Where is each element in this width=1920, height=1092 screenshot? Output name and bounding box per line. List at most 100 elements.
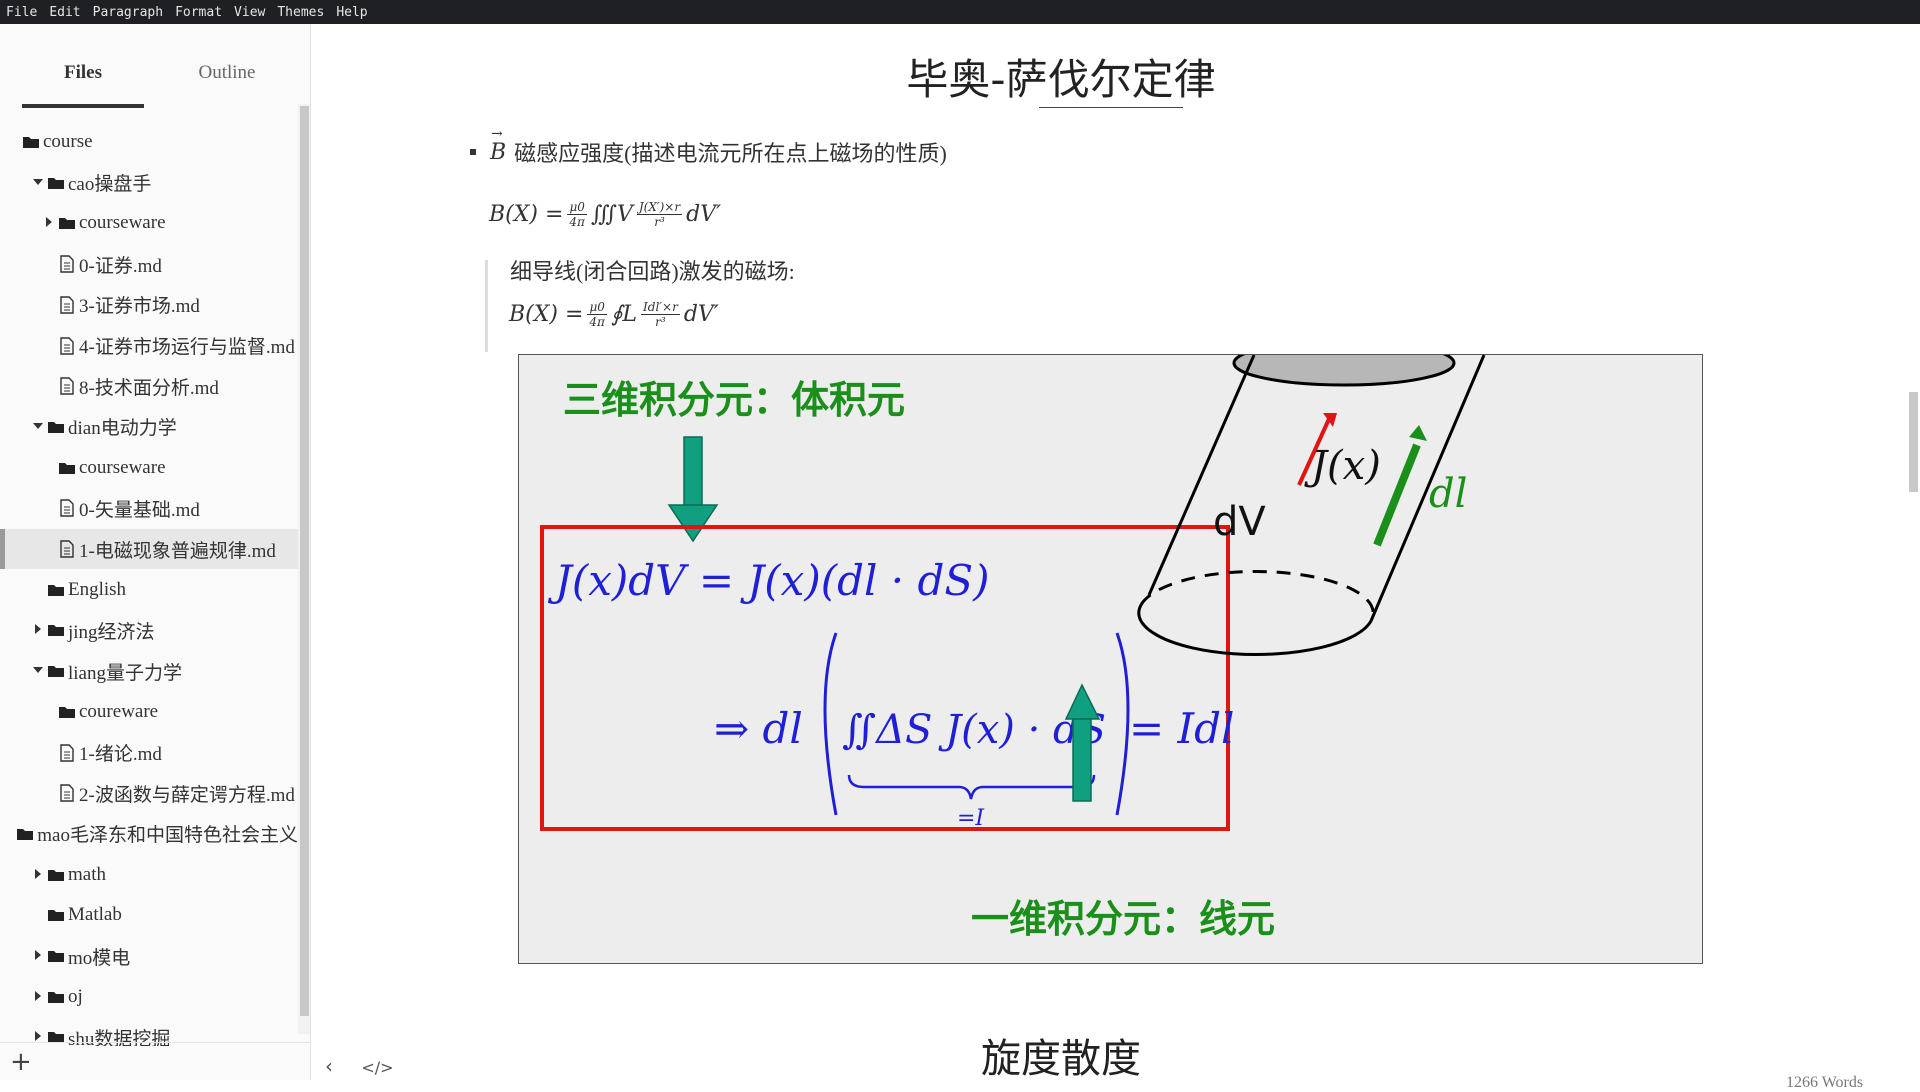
tree-folder[interactable]: Matlab xyxy=(0,895,298,935)
folder-icon xyxy=(47,662,65,680)
label-3d: 三维积分元：体积元 xyxy=(563,378,905,422)
chevron-down-icon[interactable] xyxy=(33,421,43,433)
tree-item-label: 1-电磁现象普遍规律.md xyxy=(79,540,276,562)
tree-folder[interactable]: math xyxy=(0,855,298,895)
tree-folder[interactable]: cao操盘手 xyxy=(0,163,298,203)
tree-item-label: 8-技术面分析.md xyxy=(79,377,219,399)
editor[interactable]: 毕奥-萨伐尔定律 B 磁感应强度(描述电流元所在点上磁场的性质) B(X) = … xyxy=(311,24,1920,1091)
formula2-lhs: B(X) = xyxy=(509,302,584,327)
bracket-right xyxy=(1115,632,1130,816)
tree-item-label: English xyxy=(68,578,127,600)
formula1-frac2: J(X′)×r r³ xyxy=(636,200,683,229)
tree-folder[interactable]: jing经济法 xyxy=(0,610,298,650)
menu-view[interactable]: View xyxy=(228,5,271,20)
menu-help[interactable]: Help xyxy=(330,5,373,20)
add-file-button[interactable]: + xyxy=(10,1047,32,1077)
tab-files[interactable]: Files xyxy=(22,48,144,108)
tree-file[interactable]: 0-矢量基础.md xyxy=(0,488,298,528)
tree-folder[interactable]: oj xyxy=(0,977,298,1017)
heading-2: 旋度散度 xyxy=(981,1036,1141,1082)
chevron-right-icon[interactable] xyxy=(44,217,54,229)
folder-icon xyxy=(47,174,65,192)
sidebar: Files Outline course cao操盘手 courseware 0-证券… xyxy=(0,24,311,1080)
tree-item-label: mao毛泽东和中国特色社会主义 xyxy=(37,825,298,847)
tree-item-label: cao操盘手 xyxy=(68,174,152,196)
chevron-right-icon[interactable] xyxy=(33,624,43,636)
editor-footer-icons: ‹ </> xyxy=(325,1054,394,1078)
underbrace-label: =I xyxy=(957,806,985,831)
code-view-icon[interactable]: </> xyxy=(361,1058,393,1077)
folder-icon xyxy=(47,947,65,965)
bullet-dot xyxy=(470,149,476,155)
file-icon xyxy=(58,499,76,517)
tree-folder[interactable]: courseware xyxy=(0,203,298,243)
formula-line: B(X) = μ0 4π ∮L Idl′×r r³ dV′ xyxy=(509,300,719,329)
sidebar-footer: + xyxy=(0,1042,310,1081)
tree-folder[interactable]: courseware xyxy=(0,448,298,488)
menu-themes[interactable]: Themes xyxy=(271,5,330,20)
menu-edit[interactable]: Edit xyxy=(43,5,86,20)
folder-icon xyxy=(47,581,65,599)
formula1-frac2-num: J(X′)×r xyxy=(636,200,683,215)
editor-scrollbar-thumb[interactable] xyxy=(1909,392,1918,492)
folder-icon xyxy=(47,906,65,924)
tree-item-label: Matlab xyxy=(68,904,122,926)
tab-outline[interactable]: Outline xyxy=(166,48,288,108)
title-underline xyxy=(1039,107,1183,108)
label-1d: 一维积分元：线元 xyxy=(971,897,1275,941)
tree-file[interactable]: 3-证券市场.md xyxy=(0,285,298,325)
formula2-frac2-den: r³ xyxy=(655,315,666,329)
tree-folder[interactable]: course xyxy=(0,124,298,162)
tree-folder[interactable]: coureware xyxy=(0,692,298,732)
chevron-down-icon[interactable] xyxy=(33,177,43,189)
arrow-green-icon xyxy=(1373,425,1427,547)
formula1-frac1-den: 4π xyxy=(569,215,585,229)
word-count: 1266 Words xyxy=(1786,1074,1864,1091)
tree-item-label: liang量子力学 xyxy=(68,662,182,684)
tree-file[interactable]: 4-证券市场运行与监督.md xyxy=(0,326,298,366)
chevron-right-icon[interactable] xyxy=(33,868,43,881)
sidebar-tabs: Files Outline xyxy=(22,48,292,114)
folder-icon xyxy=(47,866,65,884)
formula2-frac2-num: Idl′×r xyxy=(641,300,680,315)
formula1-lhs: B(X) = xyxy=(489,202,564,227)
menu-paragraph[interactable]: Paragraph xyxy=(87,5,169,20)
file-icon xyxy=(58,255,76,273)
menu-file[interactable]: File xyxy=(0,5,43,20)
menu-format[interactable]: Format xyxy=(169,5,228,20)
formula2-frac1-den: 4π xyxy=(589,315,605,329)
tree-item-label: coureware xyxy=(79,700,159,722)
formula2-tail: dV′ xyxy=(683,302,719,327)
tree-folder[interactable]: liang量子力学 xyxy=(0,651,298,691)
tree-item-label: 0-证券.md xyxy=(79,255,162,277)
tree-file[interactable]: 8-技术面分析.md xyxy=(0,366,298,406)
tree-item-label: 0-矢量基础.md xyxy=(79,499,200,521)
back-icon[interactable]: ‹ xyxy=(325,1054,333,1078)
tree-file[interactable]: 1-电磁现象普遍规律.md xyxy=(0,529,298,569)
tree-folder[interactable]: mo模电 xyxy=(0,936,298,976)
tree-folder[interactable]: mao毛泽东和中国特色社会主义 xyxy=(0,814,298,854)
tree-item-label: jing经济法 xyxy=(68,621,155,643)
tree-folder[interactable]: dian电动力学 xyxy=(0,407,298,447)
chevron-down-icon[interactable] xyxy=(33,665,43,677)
folder-icon xyxy=(58,459,76,477)
folder-icon xyxy=(58,214,76,232)
tree-file[interactable]: 1-绪论.md xyxy=(0,733,298,773)
chevron-right-icon[interactable] xyxy=(33,950,43,962)
figure-svg: 三维积分元：体积元 J(x)dV = J(x)(dl · dS) ⇒ dl ∬Δ… xyxy=(540,355,1486,941)
folder-icon xyxy=(16,825,34,843)
sidebar-scrollbar-thumb[interactable] xyxy=(300,106,309,1016)
tree-file[interactable]: 0-证券.md xyxy=(0,244,298,284)
chevron-right-icon[interactable] xyxy=(33,990,43,1003)
tree-file[interactable]: 2-波函数与薛定谔方程.md xyxy=(0,773,298,813)
equation-2-right: = Idl xyxy=(1129,704,1234,753)
tree-folder[interactable]: English xyxy=(0,570,298,610)
